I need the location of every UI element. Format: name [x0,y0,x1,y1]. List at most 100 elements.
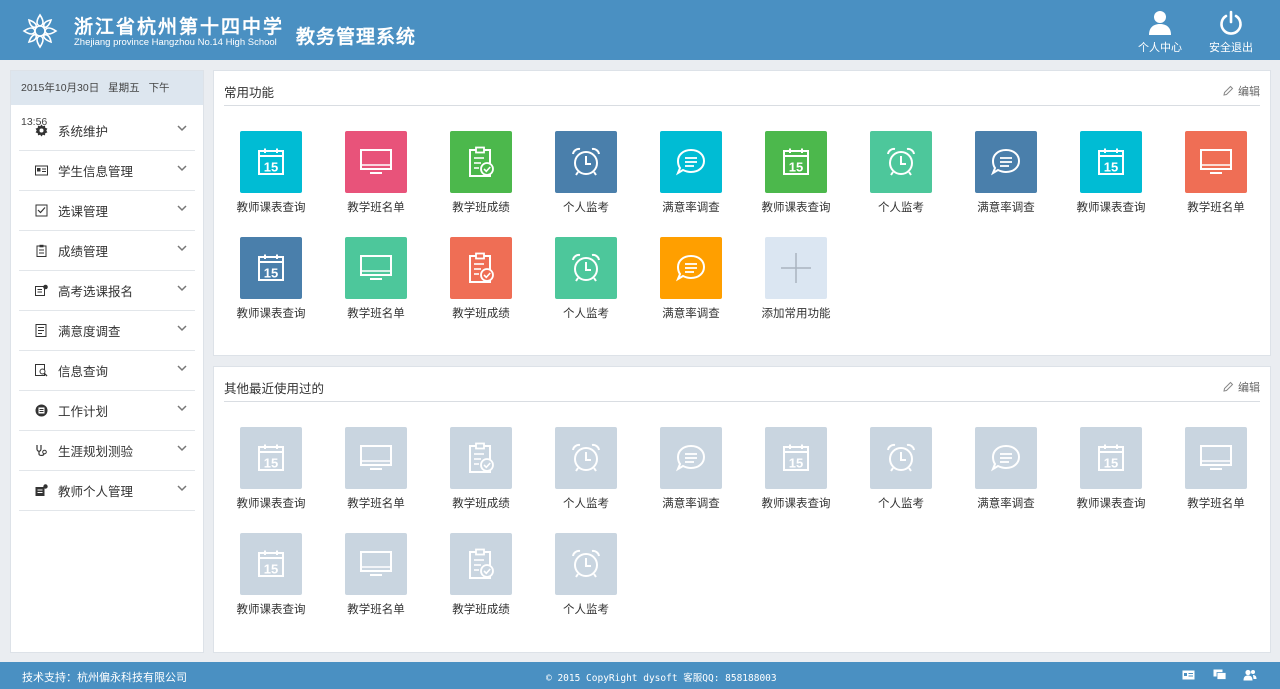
sidebar-menu-item[interactable]: 生涯规划测验 [19,431,195,471]
function-tile[interactable]: 添加常用功能 [751,237,841,321]
tile-label: 满意率调查 [662,308,720,320]
search-doc-icon [35,364,48,377]
stethoscope-icon [36,445,47,457]
sidebar-menu-item[interactable]: 选课管理 [19,191,195,231]
tile-label: 教学班成绩 [452,202,510,214]
chat-bubble-icon [975,427,1037,489]
function-tile[interactable]: 满意率调查 [646,427,736,511]
function-tile[interactable]: 教学班成绩 [436,131,526,215]
function-tile[interactable]: 15 教师课表查询 [1066,131,1156,215]
menu-item-label: 生涯规划测验 [58,445,134,459]
monitor-icon [345,533,407,595]
panel-header: 常用功能 编辑 [224,71,1260,106]
chevron-down-icon [177,205,187,212]
function-tile[interactable]: 15 教师课表查询 [751,131,841,215]
tile-label: 教学班成绩 [452,308,510,320]
function-tile[interactable]: 教学班名单 [331,131,421,215]
calendar-icon: 15 [765,131,827,193]
alarm-clock-icon [870,131,932,193]
chat-bubble-icon [660,131,722,193]
message-icon[interactable] [1213,669,1227,681]
tile-label: 个人监考 [563,202,609,214]
function-tile[interactable]: 满意率调查 [646,131,736,215]
svg-text:15: 15 [264,266,278,281]
sidebar-menu-item[interactable]: 系统维护 [19,111,195,151]
sidebar-menu: 系统维护 学生信息管理 选课管理 成绩管理 高考选课报名 满意度调查 信息查询 … [11,105,203,511]
clipboard-check-icon [450,427,512,489]
function-tile[interactable]: 满意率调查 [961,427,1051,511]
id-card-icon [35,165,48,176]
function-tile[interactable]: 个人监考 [856,131,946,215]
menu-item-label: 满意度调查 [58,325,121,339]
function-tile[interactable]: 教学班名单 [331,533,421,617]
function-tile[interactable]: 满意率调查 [646,237,736,321]
tile-label: 满意率调查 [662,498,720,510]
edit-common-button[interactable]: 编辑 [1222,83,1260,99]
menu-item-label: 工作计划 [58,405,109,419]
tile-label: 教师课表查询 [761,498,831,510]
function-tile[interactable]: 教学班名单 [331,427,421,511]
tile-label: 教学班名单 [347,308,405,320]
pencil-icon [1223,381,1234,392]
calendar-icon: 15 [240,237,302,299]
edit-label: 编辑 [1238,382,1260,394]
menu-item-label: 学生信息管理 [58,165,134,179]
tile-label: 教学班名单 [347,604,405,616]
footer: 技术支持：杭州偏永科技有限公司 © 2015 CopyRight dysoft … [0,662,1280,689]
panel-header: 其他最近使用过的 编辑 [224,367,1260,402]
logout-button[interactable]: 安全退出 [1201,10,1261,55]
chevron-down-icon [177,125,187,132]
function-tile[interactable]: 15 教师课表查询 [226,131,316,215]
calendar-icon: 15 [240,131,302,193]
chevron-down-icon [177,165,187,172]
function-tile[interactable]: 15 教师课表查询 [751,427,841,511]
function-tile[interactable]: 个人监考 [541,427,631,511]
alarm-clock-icon [555,131,617,193]
function-tile[interactable]: 15 教师课表查询 [226,427,316,511]
sidebar: 2015年10月30日 星期五 下午 13:56 系统维护 学生信息管理 选课管… [10,70,204,653]
tile-label: 教学班成绩 [452,604,510,616]
tile-label: 教师课表查询 [1076,498,1146,510]
edit-recent-button[interactable]: 编辑 [1222,379,1260,395]
menu-item-label: 成绩管理 [58,245,109,259]
clipboard-check-icon [450,533,512,595]
top-header: 浙江省杭州第十四中学 Zhejiang province Hangzhou No… [0,0,1280,60]
sidebar-menu-item[interactable]: 信息查询 [19,351,195,391]
function-tile[interactable]: 教学班名单 [331,237,421,321]
sidebar-menu-item[interactable]: 高考选课报名 [19,271,195,311]
contact-card-icon[interactable] [1182,669,1195,681]
function-tile[interactable]: 15 教师课表查询 [226,533,316,617]
tile-label: 个人监考 [878,498,924,510]
function-tile[interactable]: 教学班名单 [1171,131,1261,215]
sidebar-menu-item[interactable]: 教师个人管理 [19,471,195,511]
menu-item-label: 信息查询 [58,365,109,379]
function-tile[interactable]: 15 教师课表查询 [1066,427,1156,511]
sidebar-menu-item[interactable]: 满意度调查 [19,311,195,351]
function-tile[interactable]: 教学班名单 [1171,427,1261,511]
menu-item-label: 系统维护 [58,125,109,139]
function-tile[interactable]: 满意率调查 [961,131,1051,215]
survey-icon [35,324,47,337]
function-tile[interactable]: 个人监考 [541,533,631,617]
weekday-text: 星期五 [108,82,140,94]
function-tile[interactable]: 教学班成绩 [436,237,526,321]
function-tile[interactable]: 个人监考 [541,131,631,215]
function-tile[interactable]: 教学班成绩 [436,427,526,511]
chevron-down-icon [177,325,187,332]
alarm-clock-icon [555,427,617,489]
profile-button[interactable]: 个人中心 [1130,10,1190,55]
system-title: 教务管理系统 [296,27,417,48]
function-tile[interactable]: 教学班成绩 [436,533,526,617]
calendar-icon: 15 [1080,131,1142,193]
function-tile[interactable]: 15 教师课表查询 [226,237,316,321]
chevron-down-icon [177,245,187,252]
function-tile[interactable]: 个人监考 [856,427,946,511]
calendar-icon: 15 [1080,427,1142,489]
sidebar-menu-item[interactable]: 工作计划 [19,391,195,431]
tile-label: 教学班名单 [1187,498,1245,510]
function-tile[interactable]: 个人监考 [541,237,631,321]
sidebar-menu-item[interactable]: 成绩管理 [19,231,195,271]
sidebar-menu-item[interactable]: 学生信息管理 [19,151,195,191]
users-icon[interactable] [1243,669,1257,681]
monitor-icon [345,237,407,299]
